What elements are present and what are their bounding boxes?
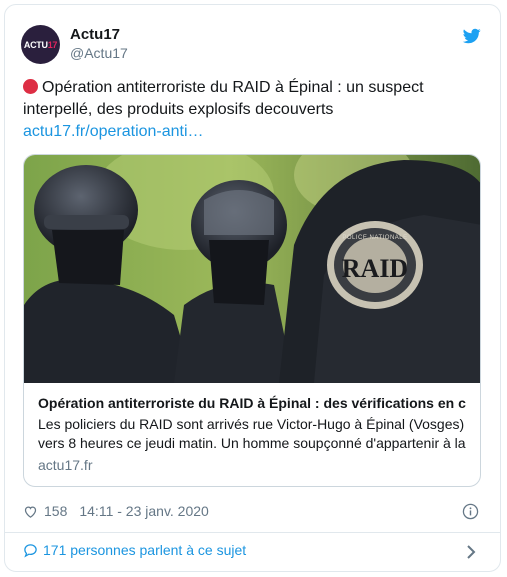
author-handle[interactable]: @Actu17 bbox=[70, 45, 128, 61]
conversation-link[interactable]: 171 personnes parlent à ce sujet bbox=[23, 542, 246, 558]
tweet-text: Opération antiterroriste du RAID à Épina… bbox=[23, 77, 483, 121]
tweet-body: Opération antiterroriste du RAID à Épina… bbox=[23, 79, 424, 118]
preview-text: Opération antiterroriste du RAID à Épina… bbox=[24, 384, 480, 485]
preview-image: RAID POLICE NATIONALE bbox=[24, 155, 480, 383]
twitter-bird-icon[interactable] bbox=[462, 27, 482, 45]
preview-description: Les policiers du RAID sont arrivés rue V… bbox=[38, 416, 466, 451]
conversation-text: 171 personnes parlent à ce sujet bbox=[43, 542, 247, 558]
patch-raid-text: RAID bbox=[342, 254, 408, 283]
chevron-right-icon[interactable] bbox=[466, 545, 476, 559]
preview-domain: actu17.fr bbox=[38, 457, 93, 473]
preview-title: Opération antiterroriste du RAID à Épina… bbox=[38, 395, 466, 411]
timestamp[interactable]: 14:11 - 23 janv. 2020 bbox=[79, 503, 208, 519]
tweet-meta: 158 14:11 - 23 janv. 2020 bbox=[23, 503, 209, 519]
heart-icon[interactable] bbox=[23, 504, 38, 519]
avatar-logo: ACTU17 bbox=[23, 39, 58, 50]
tweet-link[interactable]: actu17.fr/operation-anti… bbox=[23, 121, 204, 143]
red-circle-emoji-icon bbox=[23, 79, 38, 94]
link-preview-card[interactable]: RAID POLICE NATIONALE Opération antiterr… bbox=[23, 154, 481, 487]
patch-police-text: POLICE NATIONALE bbox=[342, 235, 407, 241]
info-icon[interactable] bbox=[462, 503, 479, 520]
divider bbox=[4, 532, 501, 533]
author-name[interactable]: Actu17 bbox=[70, 26, 120, 43]
like-count[interactable]: 158 bbox=[44, 503, 67, 519]
speech-bubble-icon bbox=[24, 543, 37, 558]
avatar[interactable]: ACTU17 bbox=[21, 25, 60, 64]
